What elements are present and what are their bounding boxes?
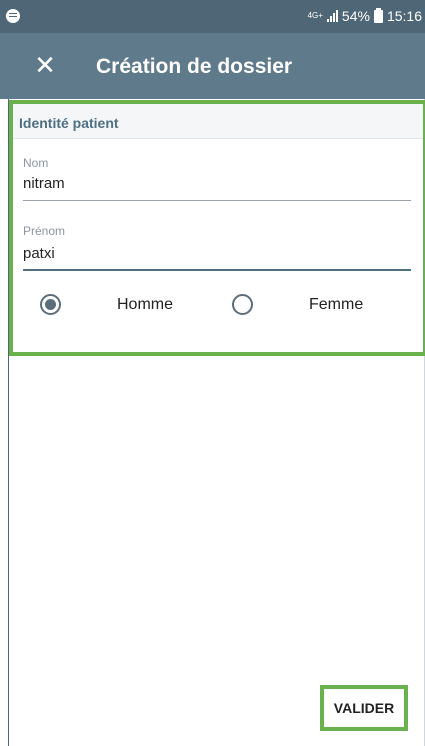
status-bar-indicators: 4G+ 54% 15:16 <box>307 7 422 24</box>
close-icon[interactable]: ✕ <box>30 50 60 80</box>
nom-field[interactable]: nitram <box>23 175 411 197</box>
prenom-field[interactable]: patxi <box>23 245 411 267</box>
nom-label: Nom <box>23 156 49 170</box>
nom-underline <box>23 200 411 201</box>
validate-button[interactable]: VALIDER <box>320 685 408 731</box>
battery-icon <box>373 7 383 23</box>
app-notification-icon <box>6 9 20 23</box>
signal-icon <box>326 10 338 22</box>
section-header: Identité patient <box>13 104 423 139</box>
battery-percent: 54% <box>341 8 370 24</box>
status-bar: 4G+ 54% 15:16 <box>0 0 425 33</box>
network-type: 4G+ <box>307 11 323 20</box>
clock: 15:16 <box>386 8 422 24</box>
radio-femme-label[interactable]: Femme <box>309 296 363 314</box>
radio-femme[interactable] <box>232 294 253 315</box>
gender-radio-group: Homme Femme <box>13 292 423 322</box>
radio-homme-label[interactable]: Homme <box>117 296 173 314</box>
patient-identity-card: Identité patient Nom nitram Prénom patxi… <box>9 100 425 356</box>
page-title: Création de dossier <box>96 55 293 78</box>
section-title: Identité patient <box>19 115 119 131</box>
prenom-underline <box>23 269 411 271</box>
radio-homme[interactable] <box>40 294 61 315</box>
prenom-label: Prénom <box>23 224 66 238</box>
app-bar: ✕ Création de dossier <box>0 33 425 99</box>
